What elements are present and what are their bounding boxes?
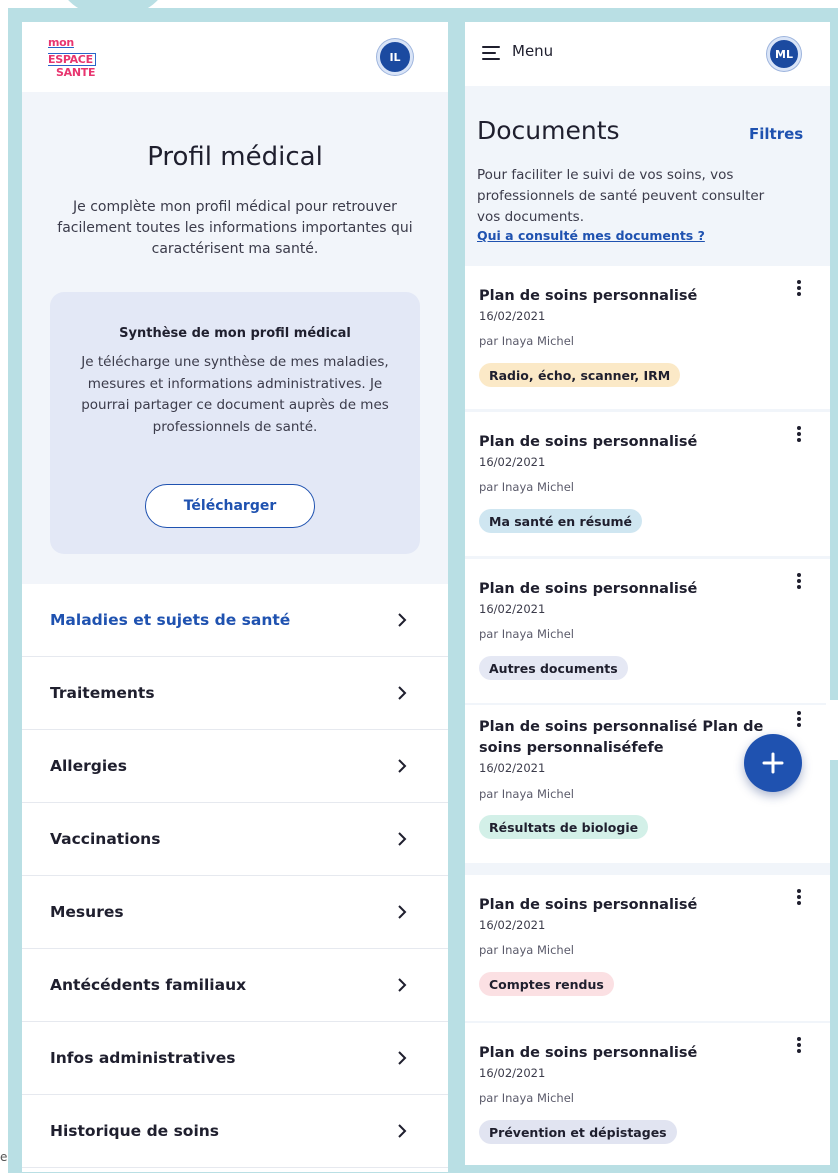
- synthesis-title: Synthèse de mon profil médical: [119, 326, 351, 341]
- chevron-right-icon: [398, 686, 407, 700]
- app-header: mon ESPACE SANTE IL: [22, 22, 448, 92]
- edge-fragment-text: e: [0, 1150, 8, 1164]
- profile-menu-list: Maladies et sujets de santé Traitements …: [22, 584, 448, 1168]
- menu-item-historique[interactable]: Historique de soins: [22, 1095, 448, 1168]
- synthesis-card: Synthèse de mon profil médical Je téléch…: [50, 292, 420, 554]
- menu-item-label: Antécédents familiaux: [50, 976, 247, 994]
- documents-description: Pour faciliter le suivi de vos soins, vo…: [477, 167, 765, 225]
- avatar-initials: IL: [389, 50, 401, 64]
- document-date: 16/02/2021: [479, 309, 546, 323]
- menu-item-mesures[interactable]: Mesures: [22, 876, 448, 949]
- menu-item-label: Historique de soins: [50, 1122, 220, 1140]
- mon-espace-sante-logo[interactable]: mon ESPACE SANTE: [48, 37, 116, 79]
- page-description: Je complète mon profil médical pour retr…: [57, 199, 413, 257]
- document-author: par Inaya Michel: [479, 480, 574, 494]
- filters-button[interactable]: Filtres: [749, 125, 803, 143]
- document-author: par Inaya Michel: [479, 1091, 574, 1105]
- user-avatar[interactable]: IL: [377, 39, 413, 75]
- document-author: par Inaya Michel: [479, 334, 574, 348]
- document-category-tag: Prévention et dépistages: [479, 1120, 677, 1144]
- document-card[interactable]: Plan de soins personnalisé 16/02/2021 pa…: [465, 559, 830, 703]
- document-date: 16/02/2021: [479, 918, 546, 932]
- profile-hero: Profil médical Je complète mon profil mé…: [22, 92, 448, 584]
- more-options-icon[interactable]: [793, 709, 805, 729]
- menu-item-vaccinations[interactable]: Vaccinations: [22, 803, 448, 876]
- phone-frame-profile: mon ESPACE SANTE IL Profil médical Je co…: [8, 8, 460, 1173]
- menu-item-infos-administratives[interactable]: Infos administratives: [22, 1022, 448, 1095]
- document-title: Plan de soins personnalisé: [479, 434, 698, 450]
- documents-screen: Menu ML Documents Filtres Pour faciliter…: [465, 22, 830, 1165]
- menu-item-label: Mesures: [50, 903, 124, 921]
- documents-header: Documents Filtres Pour faciliter le suiv…: [465, 86, 830, 266]
- document-title: Plan de soins personnalisé: [479, 1045, 698, 1061]
- chevron-right-icon: [398, 832, 407, 846]
- menu-item-label: Vaccinations: [50, 830, 161, 848]
- menu-item-allergies[interactable]: Allergies: [22, 730, 448, 803]
- page-title: Profil médical: [147, 142, 323, 172]
- chevron-right-icon: [398, 905, 407, 919]
- logo-text-mon: mon: [48, 36, 74, 49]
- more-options-icon[interactable]: [793, 278, 805, 298]
- document-author: par Inaya Michel: [479, 787, 574, 801]
- chevron-right-icon: [398, 1124, 407, 1138]
- add-document-button[interactable]: [744, 734, 802, 792]
- document-category-tag: Résultats de biologie: [479, 815, 649, 839]
- document-category-tag: Ma santé en résumé: [479, 509, 643, 533]
- avatar-initials: ML: [775, 47, 793, 61]
- document-title: Plan de soins personnalisé: [479, 897, 698, 913]
- document-title: Plan de soins personnalisé Plan de soins…: [479, 719, 764, 756]
- document-category-tag: Comptes rendus: [479, 972, 614, 996]
- document-date: 16/02/2021: [479, 761, 546, 775]
- app-header: Menu ML: [465, 22, 830, 86]
- download-button[interactable]: Télécharger: [145, 484, 315, 528]
- menu-item-label: Infos administratives: [50, 1049, 236, 1067]
- document-author: par Inaya Michel: [479, 943, 574, 957]
- phone-frame-documents: Menu ML Documents Filtres Pour faciliter…: [459, 8, 838, 1173]
- menu-item-antecedents[interactable]: Antécédents familiaux: [22, 949, 448, 1022]
- document-date: 16/02/2021: [479, 602, 546, 616]
- document-category-tag: Radio, écho, scanner, IRM: [479, 363, 681, 387]
- synthesis-text: Je télécharge une synthèse de mes maladi…: [81, 354, 389, 435]
- chevron-right-icon: [398, 613, 407, 627]
- more-options-icon[interactable]: [793, 1035, 805, 1055]
- access-history-link[interactable]: Qui a consulté mes documents ?: [477, 228, 705, 243]
- chevron-right-icon: [398, 978, 407, 992]
- document-date: 16/02/2021: [479, 1066, 546, 1080]
- menu-item-label: Allergies: [50, 757, 127, 775]
- page-title: Documents: [477, 116, 620, 145]
- user-avatar[interactable]: ML: [767, 37, 801, 71]
- menu-item-traitements[interactable]: Traitements: [22, 657, 448, 730]
- document-author: par Inaya Michel: [479, 627, 574, 641]
- frame-edge-gap: [826, 700, 838, 760]
- menu-item-maladies[interactable]: Maladies et sujets de santé: [22, 584, 448, 657]
- document-title: Plan de soins personnalisé: [479, 288, 698, 304]
- logo-text-sante: SANTE: [56, 66, 96, 79]
- menu-icon[interactable]: [482, 46, 500, 60]
- more-options-icon[interactable]: [793, 424, 805, 444]
- profile-screen: mon ESPACE SANTE IL Profil médical Je co…: [22, 22, 448, 1172]
- document-card[interactable]: Plan de soins personnalisé 16/02/2021 pa…: [465, 1023, 830, 1165]
- menu-item-label: Maladies et sujets de santé: [50, 611, 291, 629]
- document-title: Plan de soins personnalisé: [479, 581, 698, 597]
- chevron-right-icon: [398, 1051, 407, 1065]
- document-date: 16/02/2021: [479, 455, 546, 469]
- menu-item-label: Traitements: [50, 684, 155, 702]
- more-options-icon[interactable]: [793, 571, 805, 591]
- menu-label[interactable]: Menu: [512, 42, 553, 60]
- more-options-icon[interactable]: [793, 887, 805, 907]
- document-card[interactable]: Plan de soins personnalisé 16/02/2021 pa…: [465, 412, 830, 556]
- document-card[interactable]: Plan de soins personnalisé 16/02/2021 pa…: [465, 266, 830, 409]
- chevron-right-icon: [398, 759, 407, 773]
- document-category-tag: Autres documents: [479, 656, 628, 680]
- plus-icon: [762, 752, 784, 774]
- document-card[interactable]: Plan de soins personnalisé 16/02/2021 pa…: [465, 875, 830, 1021]
- logo-text-espace: ESPACE: [48, 53, 96, 66]
